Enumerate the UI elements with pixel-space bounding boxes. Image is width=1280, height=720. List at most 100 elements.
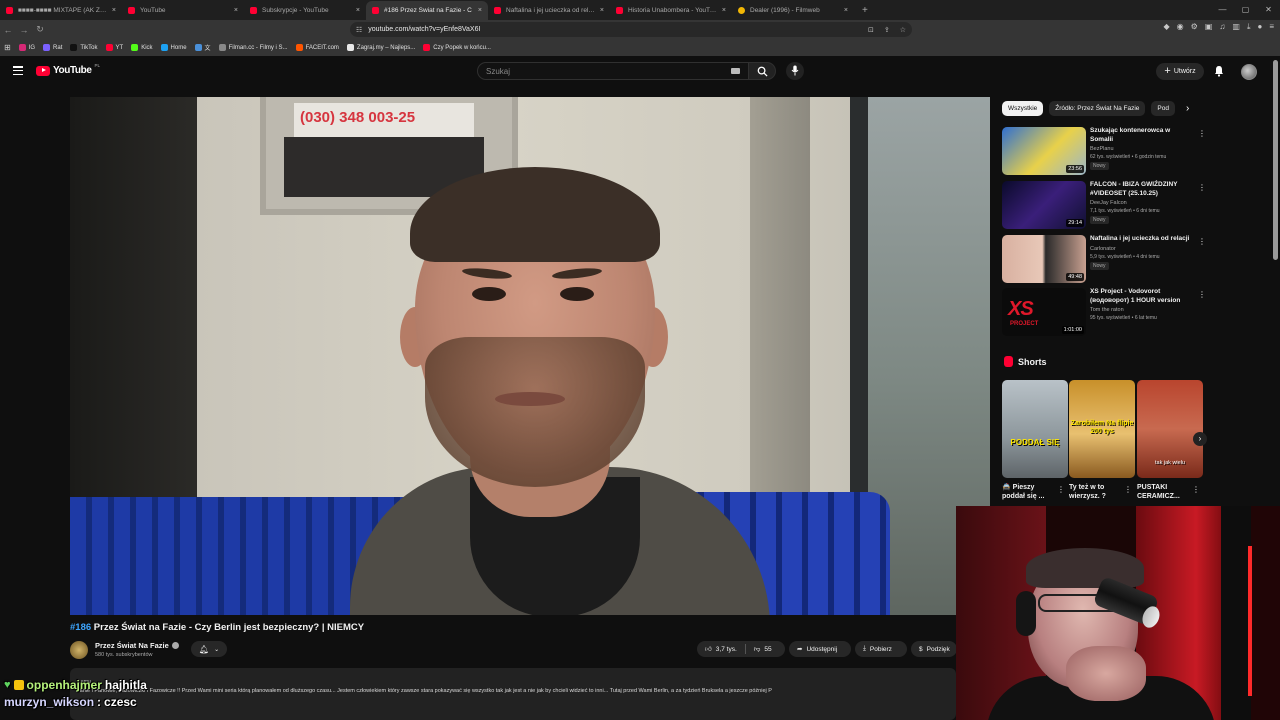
download-button[interactable]: ⤓ Pobierz <box>855 641 907 657</box>
sidebar-icon[interactable]: ▥ <box>1232 22 1240 32</box>
back-icon[interactable]: ← <box>0 25 16 35</box>
bookmark[interactable]: 文 <box>194 43 211 52</box>
reload-icon[interactable]: ↻ <box>32 24 48 35</box>
browser-tab[interactable]: ■■■■-■■■■ MIXTAPE (AK ZA DI × <box>0 1 122 19</box>
more-options-icon[interactable]: ⋮ <box>1192 485 1200 494</box>
video-thumbnail[interactable]: 29:14 <box>1002 181 1086 229</box>
video-thumbnail[interactable]: 23:56 <box>1002 127 1086 175</box>
thanks-button[interactable]: $ Podzięk <box>911 641 957 657</box>
short-title[interactable]: Ty też w to wierzysz. ? <box>1069 483 1121 501</box>
browser-tab[interactable]: YouTube × <box>122 1 244 19</box>
close-tab-icon[interactable]: × <box>844 7 848 14</box>
minimize-icon[interactable]: — <box>1211 0 1234 20</box>
recommendation-channel[interactable]: BezPlanu <box>1090 146 1114 152</box>
bookmark[interactable]: Home <box>160 44 187 51</box>
bell-icon[interactable] <box>1213 65 1225 77</box>
recommendation-title[interactable]: FALCON - IBIZA GWIŹDZINY #VIDEOSET (25.1… <box>1090 181 1190 198</box>
close-tab-icon[interactable]: × <box>356 7 360 14</box>
create-button[interactable]: + Utwórz <box>1156 63 1204 80</box>
apps-grid-icon[interactable]: ⊞ <box>4 43 11 52</box>
browser-tab[interactable]: Naftalina i jej ucieczka od relacji - Yo… <box>488 1 610 19</box>
browser-tab[interactable]: Subskrypcje - YouTube × <box>244 1 366 19</box>
browser-tab[interactable]: Dealer (1996) - Filmweb × <box>732 1 854 19</box>
account-avatar[interactable] <box>1241 64 1257 80</box>
recommendation-channel[interactable]: DeeJay Falcon <box>1090 200 1127 206</box>
bookmark[interactable]: Kick <box>131 44 153 51</box>
hamburger-menu-icon[interactable] <box>13 66 23 76</box>
video-player[interactable]: (030) 348 003-25 <box>70 97 990 615</box>
forward-icon[interactable]: → <box>16 25 32 35</box>
like-count[interactable]: 3,7 tys. <box>716 646 737 653</box>
media-icon[interactable]: ♫ <box>1219 22 1225 32</box>
more-options-icon[interactable]: ⋮ <box>1124 485 1132 494</box>
chevron-right-icon[interactable]: › <box>1186 103 1189 114</box>
recommendation-item[interactable]: XS PROJECT 1:01:00 XS Project - Vodovorot (… <box>1002 288 1206 338</box>
bookmark[interactable]: Filman.cc - Filmy i S... <box>218 44 288 51</box>
search-button[interactable] <box>748 62 776 80</box>
filter-chip[interactable]: Źródło: Przez Świat Na Fazie <box>1049 101 1146 116</box>
recommendation-title[interactable]: XS Project - Vodovorot (водоворот) 1 HOU… <box>1090 288 1190 305</box>
description-box[interactable] <box>70 668 956 720</box>
install-app-icon[interactable]: ⊡ <box>868 26 874 34</box>
channel-avatar[interactable] <box>70 641 88 659</box>
youtube-logo[interactable]: YouTube PL <box>36 63 100 76</box>
video-thumbnail[interactable]: XS PROJECT 1:01:00 <box>1002 288 1086 336</box>
recommendation-title[interactable]: Szukając kontenerowca w Somalii <box>1090 127 1190 144</box>
browser-tab[interactable]: #186 Przez Świat na Fazie - C × <box>366 0 488 20</box>
extension-icon[interactable]: ◆ <box>1164 22 1170 32</box>
close-tab-icon[interactable]: × <box>112 7 116 14</box>
recommendation-item[interactable]: 49:48 Naftalina i jej ucieczka od relacji… <box>1002 235 1206 285</box>
short-thumbnail[interactable]: tak jak wielu <box>1137 380 1203 478</box>
maximize-icon[interactable]: ▢ <box>1234 0 1257 20</box>
bookmark[interactable]: Zagraj.my – Najleps... <box>346 44 415 51</box>
more-options-icon[interactable]: ⋮ <box>1198 290 1206 299</box>
star-icon[interactable]: ☆ <box>900 26 906 34</box>
bookmark[interactable]: Czy Popek w końcu... <box>423 44 491 51</box>
close-tab-icon[interactable]: × <box>234 7 238 14</box>
site-info-icon[interactable]: ☷ <box>356 26 362 34</box>
video-hashtag[interactable]: #186 <box>70 622 91 633</box>
channel-name[interactable]: Przez Świat Na Fazie <box>95 641 179 650</box>
voice-search-button[interactable] <box>786 62 804 80</box>
recommendation-title[interactable]: Naftalina i jej ucieczka od relacji <box>1090 235 1190 244</box>
bookmark[interactable]: TikTok <box>70 44 98 51</box>
page-scrollbar[interactable] <box>1273 60 1278 260</box>
close-window-icon[interactable]: ✕ <box>1257 0 1280 20</box>
short-title[interactable]: PUSTAKI CERAMICZ... <box>1137 483 1189 501</box>
close-tab-icon[interactable]: × <box>722 7 726 14</box>
close-tab-icon[interactable]: × <box>600 7 604 14</box>
bookmark[interactable]: FACEIT.com <box>295 44 339 51</box>
more-options-icon[interactable]: ⋮ <box>1198 129 1206 138</box>
browser-tab[interactable]: Historia Unabombera - YouTube × <box>610 1 732 19</box>
share-button[interactable]: ➦ Udostępnij <box>789 641 851 657</box>
extension-icon[interactable]: ▣ <box>1205 22 1213 32</box>
bookmark[interactable]: YT <box>105 44 123 51</box>
video-thumbnail[interactable]: 49:48 <box>1002 235 1086 283</box>
recommendation-item[interactable]: 23:56 Szukając kontenerowca w Somalii BezP… <box>1002 127 1206 177</box>
short-title[interactable]: 🚔 Pieszy poddał się ... <box>1002 483 1054 501</box>
browser-menu-icon[interactable]: ≡ <box>1269 22 1274 32</box>
short-thumbnail[interactable]: Zarobiłem Na flipie 200 tys <box>1069 380 1135 478</box>
download-icon[interactable]: ⤓ <box>1247 22 1251 32</box>
extension-icon[interactable]: ◉ <box>1177 22 1184 32</box>
more-options-icon[interactable]: ⋮ <box>1057 485 1065 494</box>
filter-chip[interactable]: Wszystkie <box>1002 101 1044 116</box>
recommendation-channel[interactable]: Carlonator <box>1090 246 1116 252</box>
filter-chip[interactable]: Pod <box>1151 101 1175 116</box>
url-field[interactable]: ☷ youtube.com/watch?v=yEnfe8VaX6I ⊡ ⇪ ☆ <box>350 22 912 37</box>
extension-icon[interactable]: ⚙ <box>1191 22 1198 32</box>
notifications-button[interactable]: 🔔︎ ⌄ <box>191 641 227 657</box>
more-options-icon[interactable]: ⋮ <box>1198 183 1206 192</box>
thumbs-up-icon[interactable]: 👍︎ <box>705 645 712 653</box>
short-thumbnail[interactable]: PODDAŁ SIĘ <box>1002 380 1068 478</box>
close-tab-icon[interactable]: × <box>478 7 482 14</box>
new-tab-button[interactable]: + <box>854 5 876 16</box>
search-input[interactable]: Szukaj <box>477 62 749 80</box>
share-page-icon[interactable]: ⇪ <box>884 26 890 34</box>
thumbs-down-icon[interactable]: 👎︎ <box>754 645 761 653</box>
recommendation-channel[interactable]: Tom the raton <box>1090 307 1124 313</box>
shorts-next-icon[interactable]: › <box>1193 432 1207 446</box>
more-options-icon[interactable]: ⋮ <box>1198 237 1206 246</box>
profile-icon[interactable]: ● <box>1257 22 1262 32</box>
recommendation-item[interactable]: 29:14 FALCON - IBIZA GWIŹDZINY #VIDEOSET … <box>1002 181 1206 231</box>
